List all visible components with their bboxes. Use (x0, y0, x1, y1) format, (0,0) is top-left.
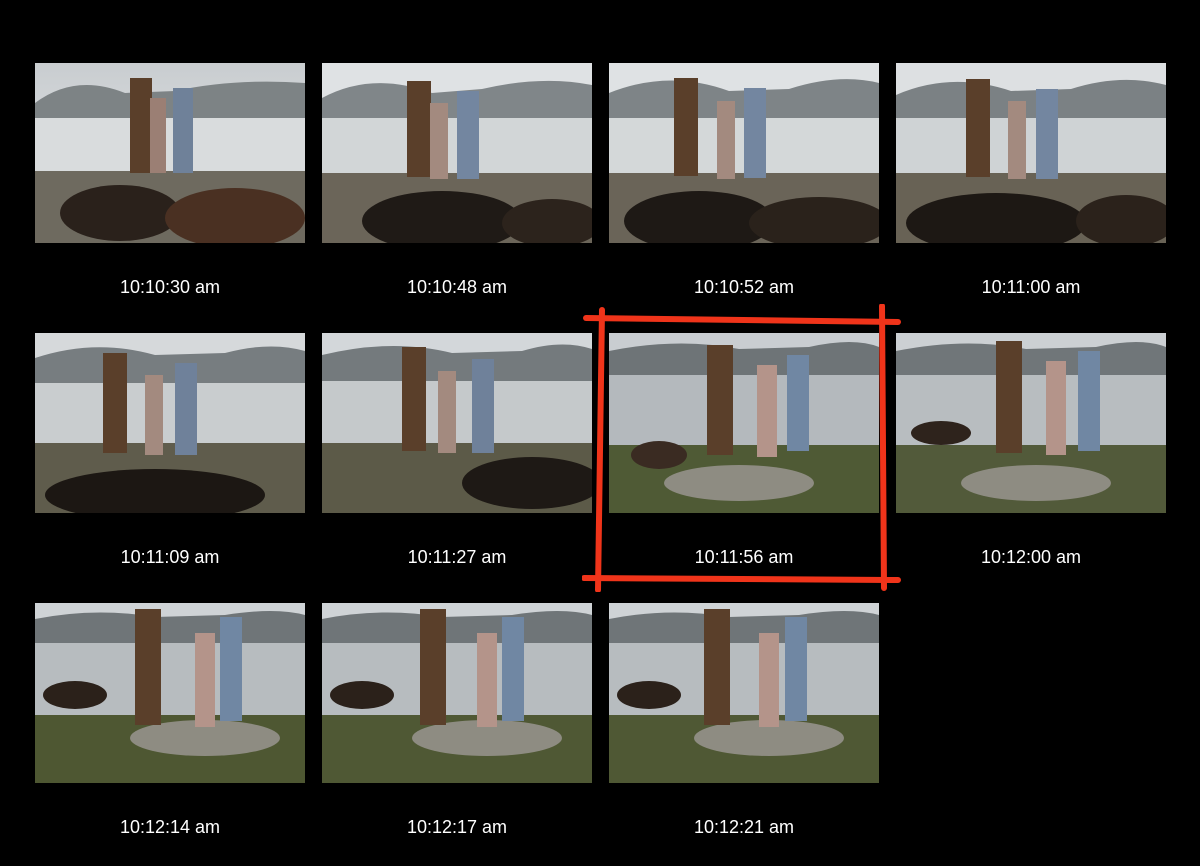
frame-2-photo (322, 63, 592, 243)
frame-4-timestamp: 10:11:00 am (981, 277, 1081, 297)
frame-7-photo (609, 333, 879, 513)
frame-10[interactable]: 10:12:17 am (322, 603, 592, 837)
frame-1-timestamp: 10:10:30 am (119, 277, 221, 297)
frame-11-timestamp: 10:12:21 am (693, 817, 795, 837)
frame-3-timestamp: 10:10:52 am (693, 277, 795, 297)
frame-5-timestamp: 10:11:09 am (120, 547, 220, 567)
frame-8[interactable]: 10:12:00 am (896, 333, 1166, 567)
frame-10-photo (322, 603, 592, 783)
frame-1[interactable]: 10:10:30 am (35, 63, 305, 297)
frame-5-photo (35, 333, 305, 513)
frame-2[interactable]: 10:10:48 am (322, 63, 592, 297)
frame-1-photo (35, 63, 305, 243)
frame-9-timestamp: 10:12:14 am (119, 817, 221, 837)
frame-6-timestamp: 10:11:27 am (407, 547, 507, 567)
frame-9[interactable]: 10:12:14 am (35, 603, 305, 837)
frame-6-photo (322, 333, 592, 513)
frame-9-photo (35, 603, 305, 783)
frame-2-timestamp: 10:10:48 am (406, 277, 508, 297)
frame-6[interactable]: 10:11:27 am (322, 333, 592, 567)
frame-7[interactable]: 10:11:56 am (609, 333, 879, 567)
frame-8-photo (896, 333, 1166, 513)
contact-sheet: 10:10:30 am 10:10:48 am 10:10:52 am 10:1… (0, 0, 1200, 866)
frame-4[interactable]: 10:11:00 am (896, 63, 1166, 297)
frame-11[interactable]: 10:12:21 am (609, 603, 879, 837)
frame-4-photo (896, 63, 1166, 243)
frame-3[interactable]: 10:10:52 am (609, 63, 879, 297)
frame-7-timestamp: 10:11:56 am (694, 547, 794, 567)
frame-5[interactable]: 10:11:09 am (35, 333, 305, 567)
frame-3-photo (609, 63, 879, 243)
frame-11-photo (609, 603, 879, 783)
frame-10-timestamp: 10:12:17 am (406, 817, 508, 837)
frame-8-timestamp: 10:12:00 am (980, 547, 1082, 567)
